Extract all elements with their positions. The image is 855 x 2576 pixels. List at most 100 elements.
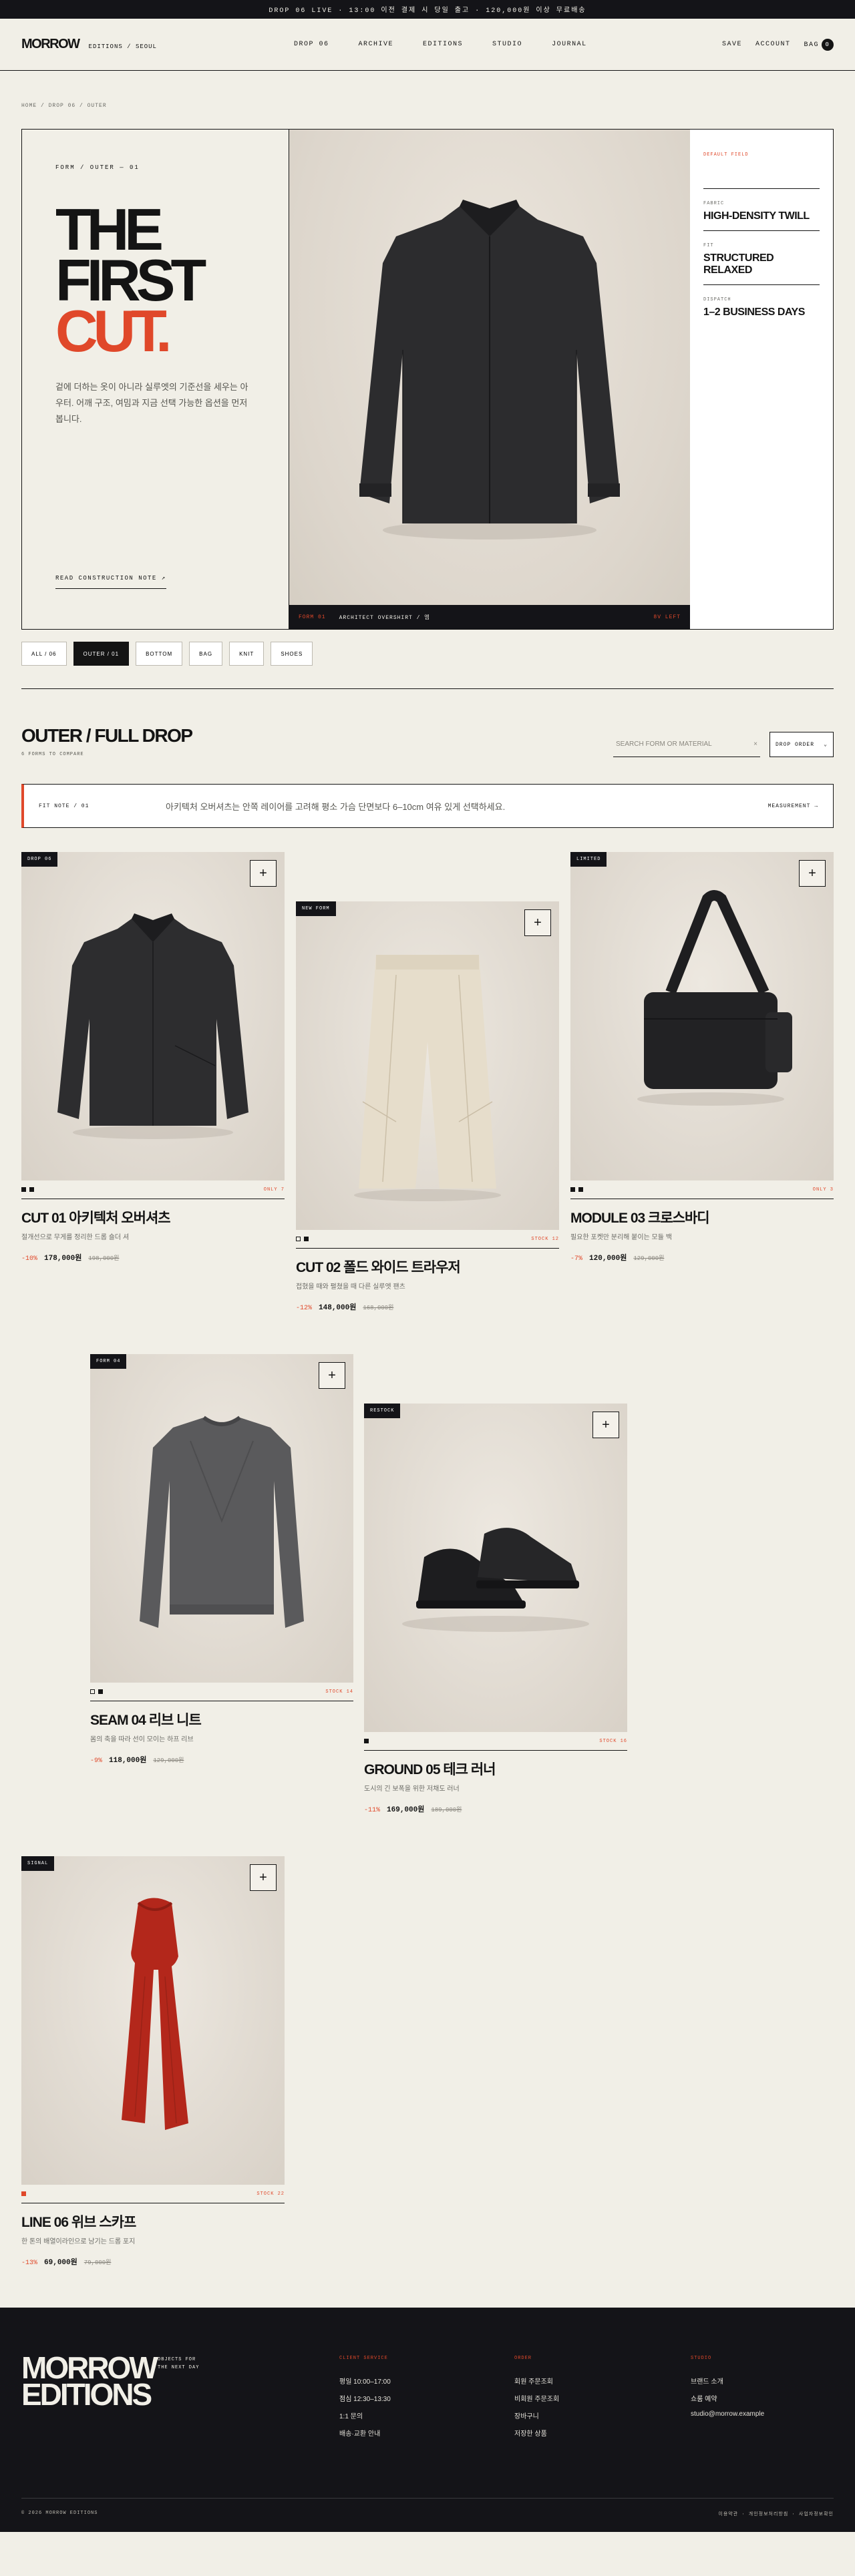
footer-item[interactable]: 장바구니	[514, 2410, 559, 2420]
color-swatch[interactable]	[304, 1237, 309, 1241]
product-card[interactable]: LIMITED + ONLY 3 MODULE 03 크로스바디 필요한 포켓만…	[570, 852, 834, 1263]
product-card[interactable]: FORM 04 + STOCK 14 SEAM 04 리브 니트 몸의 축을 따…	[90, 1354, 353, 1765]
sale-price: 178,000원	[44, 1255, 82, 1263]
product-image[interactable]: FORM 04 +	[90, 1354, 353, 1683]
footer-item[interactable]: 브랜드 소개	[691, 2376, 764, 2386]
nav-item-drop[interactable]: DROP 06	[294, 41, 329, 48]
product-description: 접혔을 때와 펼쳤을 때 다른 실루엣 팬츠	[296, 1283, 405, 1291]
product-description: 절개선으로 무게를 정리한 드롭 숄더 셔	[21, 1234, 130, 1241]
brand-logo[interactable]: MORROW	[21, 37, 80, 52]
product-image[interactable]: SIGNAL +	[21, 1856, 285, 2185]
filter-chip-bag[interactable]: BAG	[189, 642, 223, 666]
footer-item[interactable]: 비회원 주문조회	[514, 2393, 559, 2403]
nav-item-editions[interactable]: EDITIONS	[423, 41, 463, 48]
product-card[interactable]: NEW FORM + STOCK 12 CUT 02 폴드 와이드 트라우저 접…	[296, 901, 559, 1312]
fit-note-text: 아키텍처 오버셔츠는 안쪽 레이어를 고려해 평소 가슴 단면보다 6–10cm…	[166, 801, 506, 812]
add-to-bag-button[interactable]: +	[524, 909, 551, 936]
spec-value: STRUCTURED RELAXED	[703, 252, 774, 276]
nav-item-archive[interactable]: ARCHIVE	[359, 41, 394, 48]
add-to-bag-button[interactable]: +	[250, 1864, 277, 1891]
close-icon[interactable]: ×	[753, 740, 757, 748]
product-card[interactable]: DROP 06 + ONLY 7 CUT 01 아키텍처 오버셔츠 절개선으로 …	[21, 852, 285, 1263]
product-price: -12% 148,000원 168,000원	[296, 1301, 559, 1312]
announcement-bar: DROP 06 LIVE · 13:00 이전 결제 시 당일 출고 · 120…	[0, 0, 855, 19]
discount-rate: -11%	[364, 1807, 381, 1814]
footer-item[interactable]: 쇼룸 예약	[691, 2393, 764, 2403]
spec-panel-heading: DEFAULT FIELD	[703, 152, 820, 189]
product-image[interactable]: DROP 06 +	[21, 852, 285, 1180]
footer-item[interactable]: 1:1 문의	[339, 2410, 391, 2420]
add-to-bag-button[interactable]: +	[250, 860, 277, 887]
color-swatch[interactable]	[296, 1237, 301, 1241]
product-image[interactable]: LIMITED +	[570, 852, 834, 1180]
legal-links[interactable]: 이용약관 · 개인정보처리방침 · 사업자정보확인	[718, 2511, 834, 2517]
sale-price: 148,000원	[319, 1304, 357, 1312]
sale-price: 169,000원	[387, 1806, 425, 1814]
add-to-bag-button[interactable]: +	[319, 1362, 345, 1389]
bag-link[interactable]: BAG 0	[804, 38, 834, 51]
color-swatch[interactable]	[21, 2191, 26, 2196]
color-swatch[interactable]	[21, 1187, 26, 1192]
sort-select[interactable]: DROP ORDER ⌄	[770, 732, 834, 757]
footer-bottom-bar: © 2026 MORROW EDITIONS 이용약관 · 개인정보처리방침 ·…	[21, 2498, 834, 2517]
product-name[interactable]: CUT 01 아키텍처 오버셔츠	[21, 1207, 285, 1227]
add-to-bag-button[interactable]: +	[799, 860, 826, 887]
product-price: -10% 178,000원 198,000원	[21, 1252, 285, 1263]
listing-header: OUTER / FULL DROP 6 FORMS TO COMPARE SEA…	[21, 725, 834, 757]
listing-tools: SEARCH FORM OR MATERIAL × DROP ORDER ⌄	[613, 732, 834, 757]
account-link[interactable]: ACCOUNT	[755, 41, 791, 48]
filter-chip-all[interactable]: ALL / 06	[21, 642, 67, 666]
save-link[interactable]: SAVE	[722, 41, 742, 48]
stock-label: ONLY 7	[263, 1187, 285, 1193]
bag-label: BAG	[804, 41, 819, 49]
original-price: 79,000원	[83, 2260, 112, 2266]
footer-column-title: ORDER	[514, 2356, 532, 2361]
filter-chip-outer[interactable]: OUTER / 01	[73, 642, 130, 666]
sale-price: 118,000원	[109, 1757, 147, 1765]
stock-label: STOCK 12	[531, 1236, 559, 1242]
product-card[interactable]: RESTOCK + STOCK 16 GROUND 05 테크 러너 도시의 긴…	[364, 1404, 627, 1814]
color-swatch[interactable]	[90, 1689, 95, 1694]
original-price: 129,000원	[633, 1255, 665, 1262]
filter-chip-knit[interactable]: KNIT	[229, 642, 265, 666]
color-swatch[interactable]	[578, 1187, 583, 1192]
footer-item[interactable]: 저장한 상품	[514, 2428, 559, 2438]
product-image[interactable]: RESTOCK +	[364, 1404, 627, 1732]
filter-chip-bottom[interactable]: BOTTOM	[136, 642, 183, 666]
product-name[interactable]: MODULE 03 크로스바디	[570, 1207, 834, 1227]
footer-item[interactable]: 회원 주문조회	[514, 2376, 559, 2386]
footer-item[interactable]: studio@morrow.example	[691, 2410, 764, 2418]
discount-rate: -13%	[21, 2260, 38, 2267]
color-swatches	[21, 1187, 34, 1192]
product-card[interactable]: SIGNAL + STOCK 22 LINE 06 위브 스카프 한 톤의 배열…	[21, 1856, 285, 2267]
product-name[interactable]: GROUND 05 테크 러너	[364, 1759, 627, 1779]
add-to-bag-button[interactable]: +	[592, 1412, 619, 1438]
search-input[interactable]: SEARCH FORM OR MATERIAL ×	[613, 732, 760, 757]
product-name[interactable]: CUT 02 폴드 와이드 트라우저	[296, 1257, 559, 1277]
original-price: 189,000원	[431, 1807, 462, 1813]
hero-caption-title: ARCHITECT OVERSHIRT / 엠	[339, 614, 430, 621]
hero-product-image[interactable]: FORM 01 ARCHITECT OVERSHIRT / 엠 8V LEFT	[289, 130, 690, 629]
footer-item[interactable]: 배송·교환 안내	[339, 2428, 391, 2438]
color-swatches	[90, 1689, 103, 1694]
search-placeholder: SEARCH FORM OR MATERIAL	[616, 740, 712, 748]
measurement-link[interactable]: MEASUREMENT →	[768, 803, 818, 809]
construction-note-link[interactable]: READ CONSTRUCTION NOTE ↗	[55, 575, 166, 589]
product-name[interactable]: LINE 06 위브 스카프	[21, 2211, 285, 2231]
color-swatch[interactable]	[570, 1187, 575, 1192]
nav-item-journal[interactable]: JOURNAL	[552, 41, 587, 48]
color-swatch[interactable]	[29, 1187, 34, 1192]
nav-item-studio[interactable]: STUDIO	[492, 41, 522, 48]
filter-chip-shoes[interactable]: SHOES	[271, 642, 313, 666]
footer-column-order: ORDER 회원 주문조회 비회원 주문조회 장바구니 저장한 상품	[514, 2356, 559, 2445]
color-swatch[interactable]	[364, 1739, 369, 1743]
color-swatch[interactable]	[98, 1689, 103, 1694]
brand[interactable]: MORROW EDITIONS / SEOUL	[21, 37, 157, 52]
footer-logo[interactable]: MORROW EDITIONS	[21, 2352, 158, 2410]
product-name[interactable]: SEAM 04 리브 니트	[90, 1709, 353, 1729]
spec-value: 1–2 BUSINESS DAYS	[703, 306, 805, 318]
breadcrumb: HOME / DROP 06 / OUTER	[0, 71, 855, 129]
breadcrumb-text[interactable]: HOME / DROP 06 / OUTER	[21, 103, 107, 109]
product-image[interactable]: NEW FORM +	[296, 901, 559, 1230]
product-meta: ONLY 7	[21, 1180, 285, 1199]
